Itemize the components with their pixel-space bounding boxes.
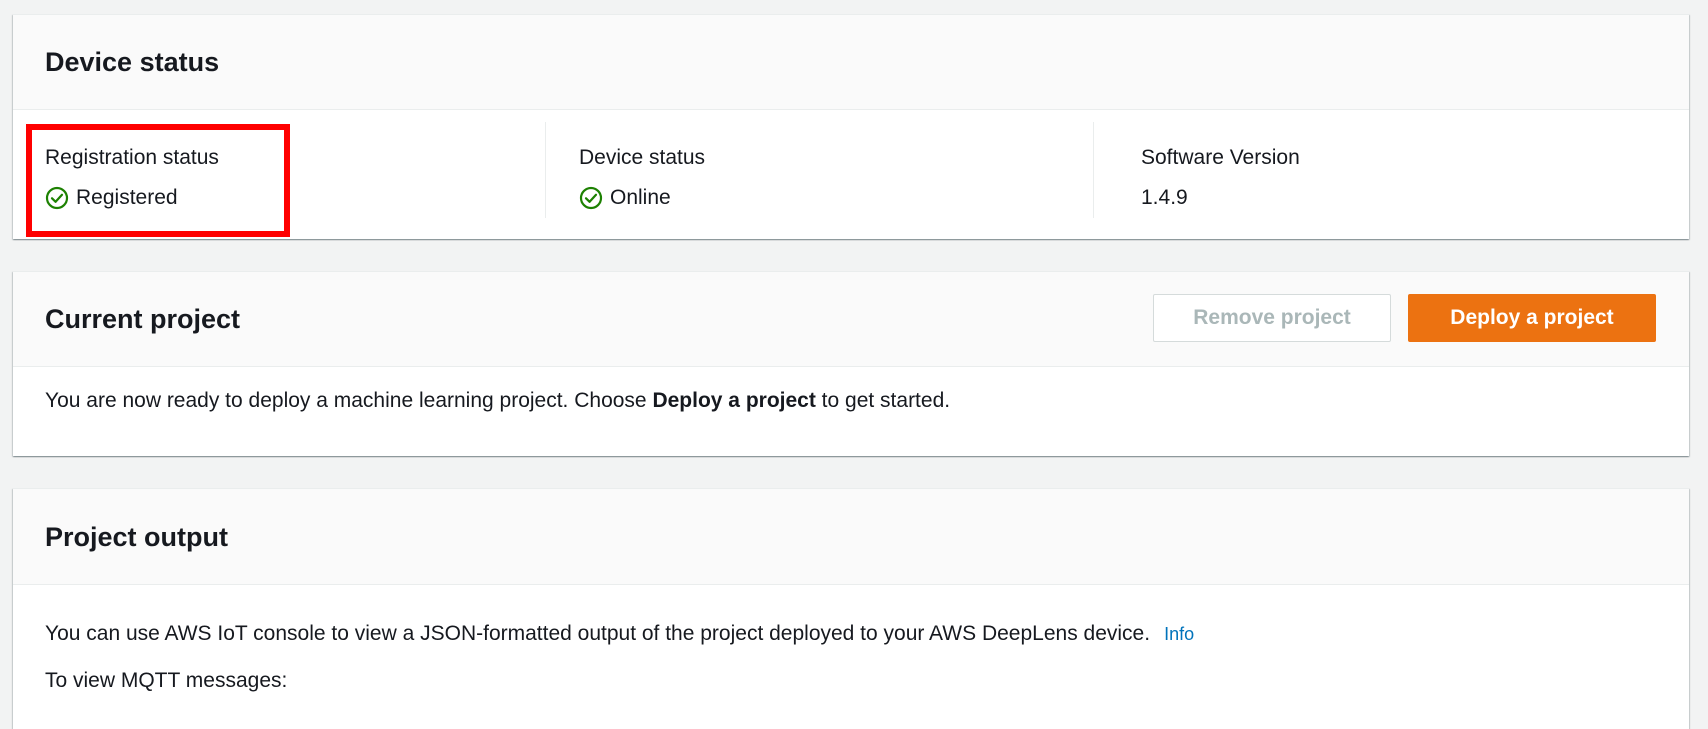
- project-output-description: You can use AWS IoT console to view a JS…: [45, 622, 1194, 646]
- project-output-title: Project output: [45, 522, 228, 552]
- current-project-message: You are now ready to deploy a machine le…: [45, 389, 950, 413]
- device-status-title: Device status: [45, 47, 220, 77]
- device-status-label: Device status: [579, 146, 706, 169]
- project-output-description-text: You can use AWS IoT console to view a JS…: [45, 622, 1151, 645]
- message-text-start: You are now ready to deploy a machine le…: [45, 389, 653, 412]
- info-link[interactable]: Info: [1164, 624, 1194, 644]
- deploy-project-button[interactable]: Deploy a project: [1408, 294, 1656, 342]
- mqtt-instructions-text: To view MQTT messages:: [45, 669, 288, 692]
- software-version-label: Software Version: [1141, 146, 1300, 169]
- column-divider: [545, 122, 546, 218]
- device-status-columns: Registration status Registered Device st…: [13, 110, 1689, 238]
- check-circle-icon: [579, 186, 603, 210]
- current-project-header: Current project Remove project Deploy a …: [13, 272, 1689, 367]
- device-status-panel: Device status Registration status Regist…: [13, 14, 1689, 239]
- device-status-text: Online: [610, 186, 671, 209]
- column-divider: [1093, 122, 1094, 218]
- project-output-header: Project output: [13, 489, 1689, 585]
- current-project-panel: Current project Remove project Deploy a …: [13, 271, 1689, 456]
- device-status-header: Device status: [13, 15, 1689, 110]
- remove-project-button[interactable]: Remove project: [1153, 294, 1391, 342]
- message-text-end: to get started.: [815, 389, 951, 412]
- registration-highlight-box: [26, 124, 290, 237]
- software-version-value: 1.4.9: [1141, 186, 1188, 209]
- message-text-bold: Deploy a project: [652, 389, 816, 412]
- current-project-title: Current project: [45, 304, 241, 334]
- project-output-panel: Project output You can use AWS IoT conso…: [13, 488, 1689, 729]
- device-status-value: Online: [579, 186, 671, 210]
